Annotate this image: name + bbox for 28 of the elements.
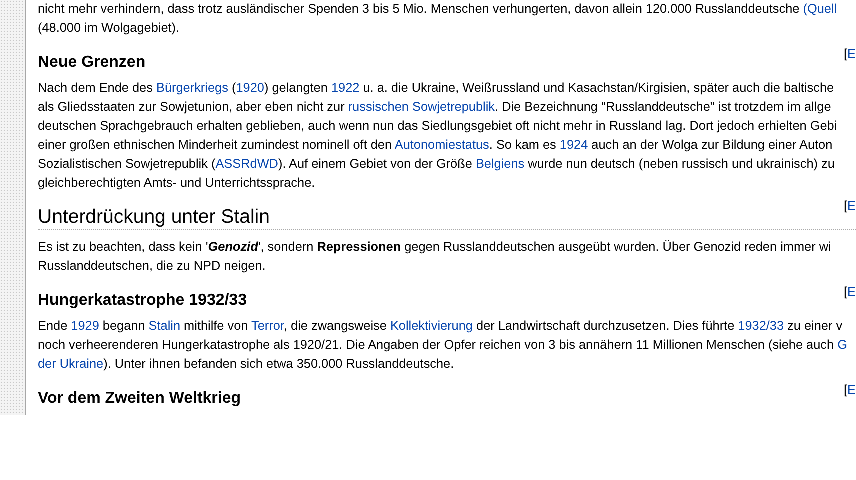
edit-link[interactable]: [E: [844, 47, 856, 61]
paragraph: Nach dem Ende des Bürgerkriegs (1920) gelangten 1922 u. a. die Ukraine, Weißrussland und Kasachstan/Kirgisien, später auch die baltische als Gliedsstaaten zur Sowjetunion, aber eben nicht zur russischen Sowjetrepublik. Die Bezeichnung "Russlanddeutsche" ist trotzdem im allge deutschen Sprachgebrauch erhalten geblieben, auch wenn nun das Siedlungsgebiet oft nicht mehr in Russland lag. Dort jedoch erhielten Gebi einer großen ethnischen Minderheit zumindest nominell oft den Autonomiestatus. So kam es 1924 auch an der Wolga zur Bildung einer Auton Sozialistischen Sowjetrepublik (ASSRdWD). Auf einem Gebiet von der Größe Belgiens wurde nun deutsch (neben russisch und ukrainisch) zu gleichberechtigten Amts- und Unterrichtssprache.: [38, 80, 838, 192]
link[interactable]: Terror: [252, 319, 284, 333]
link[interactable]: russischen Sowjetrepublik: [348, 100, 496, 114]
link[interactable]: der Ukraine: [38, 357, 104, 371]
edit-link[interactable]: [E: [844, 199, 856, 213]
link[interactable]: ASSRdWD: [216, 157, 278, 171]
link[interactable]: Autonomiestatus: [394, 138, 490, 152]
section-heading: Hungerkatastrophe 1932/33: [38, 291, 247, 311]
link[interactable]: G: [838, 338, 848, 352]
link[interactable]: (Quell: [803, 2, 838, 16]
link[interactable]: 1920: [236, 81, 264, 95]
link[interactable]: 1924: [560, 138, 588, 152]
edit-link[interactable]: [E: [844, 383, 856, 397]
paragraph: Ende 1929 begann Stalin mithilfe von Terror, die zwangsweise Kollektivierung der Landwirtschaft durchzusetzen. Dies führte 1932/33 zu einer v noch verheerenderen Hungerkatastrophe als 1920/21. Die Angaben der Opfer reichen von 3 bis annähern 11 Millionen Menschen (siehe auch G der Ukraine). Unter ihnen befanden sich etwa 350.000 Russlanddeutsche.: [38, 318, 848, 373]
link[interactable]: 1929: [71, 319, 100, 333]
link[interactable]: 1932/33: [738, 319, 784, 333]
link[interactable]: Belgiens: [476, 157, 525, 171]
link[interactable]: 1922: [331, 81, 360, 95]
link[interactable]: Stalin: [148, 319, 181, 333]
section-heading: Vor dem Zweiten Weltkrieg: [38, 389, 242, 409]
link[interactable]: Kollektivierung: [390, 319, 473, 333]
edit-link[interactable]: [E: [844, 285, 856, 299]
paragraph: nicht mehr verhindern, dass trotz ausländischer Spenden 3 bis 5 Mio. Menschen verhungerten, davon allein 120.000 Russlanddeutsche (Quell (48.000 im Wolgagebiet).: [38, 1, 838, 37]
link[interactable]: Bürgerkriegs: [156, 81, 228, 95]
section-heading: Neue Grenzen: [38, 53, 146, 73]
section-heading: Unterdrückung unter Stalin: [38, 205, 270, 229]
paragraph: Es ist zu beachten, dass kein 'Genozid', sondern Repressionen gegen Russlanddeutschen ausgeübt wurden. Über Genozid reden immer wi Russlanddeutschen, die zu NPD neigen.: [38, 239, 832, 275]
